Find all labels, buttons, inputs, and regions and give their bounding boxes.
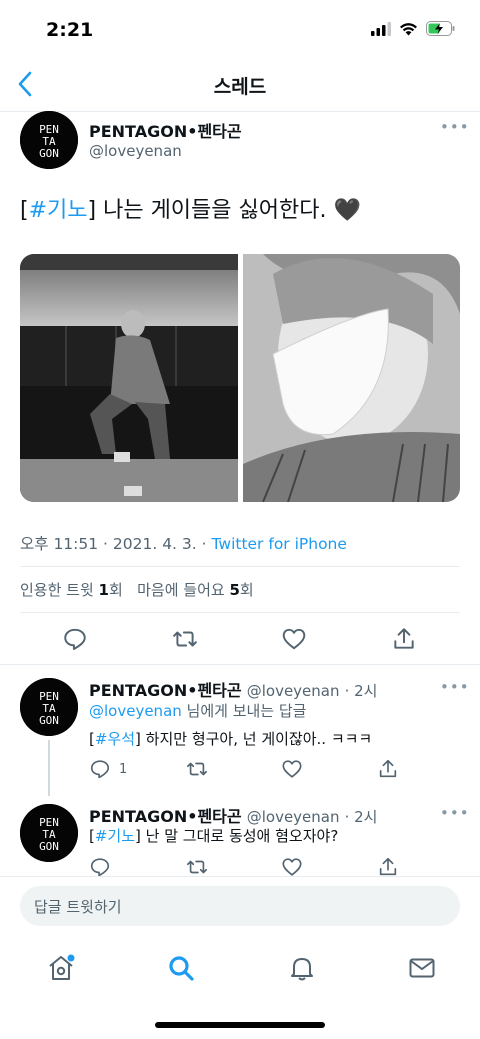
meta-divider bbox=[20, 566, 460, 567]
thread-divider bbox=[0, 664, 480, 665]
tweet-photo-1[interactable] bbox=[20, 254, 238, 502]
like-label: 마음에 들어요 bbox=[137, 581, 230, 599]
bracket-open: [ bbox=[20, 198, 29, 223]
reply-author-handle[interactable]: @loveyenan bbox=[247, 808, 340, 826]
reply-icon[interactable] bbox=[89, 856, 111, 876]
home-icon[interactable] bbox=[46, 953, 76, 983]
reply-header: PENTAGON•펜타곤 @loveyenan · 2시 bbox=[89, 677, 377, 701]
tweet-photo-2[interactable] bbox=[243, 254, 460, 502]
wifi-icon bbox=[400, 22, 417, 35]
reply-actions-clipped bbox=[0, 856, 480, 876]
more-icon[interactable]: ••• bbox=[440, 804, 470, 822]
tweet-body: ] 나는 게이들을 싫어한다. 🖤 bbox=[87, 198, 361, 223]
likes-stat[interactable]: 마음에 들어요 5회 bbox=[137, 581, 254, 599]
notifications-icon[interactable] bbox=[287, 953, 317, 983]
tweet-author-handle[interactable]: @loveyenan bbox=[89, 142, 182, 160]
retweet-icon[interactable] bbox=[186, 856, 208, 876]
share-icon[interactable] bbox=[377, 856, 399, 876]
home-indicator bbox=[155, 1022, 325, 1028]
hashtag-link[interactable]: #기노 bbox=[29, 198, 88, 223]
search-icon[interactable] bbox=[166, 953, 196, 983]
hashtag-link[interactable]: #기노 bbox=[95, 827, 135, 845]
avatar-text-3: GON bbox=[39, 840, 59, 853]
replying-to-link[interactable]: @loveyenan bbox=[89, 702, 182, 720]
thread-line bbox=[48, 740, 50, 796]
avatar-text-3: GON bbox=[39, 714, 59, 727]
reply-header: PENTAGON•펜타곤 @loveyenan · 2시 bbox=[89, 803, 377, 827]
stats-divider bbox=[20, 612, 460, 613]
replying-to: @loveyenan 님에게 보내는 답글 bbox=[89, 700, 306, 722]
reply-author-handle[interactable]: @loveyenan bbox=[247, 682, 340, 700]
reply-text: [#기노] 난 말 그대로 동성애 혐오자야? bbox=[89, 827, 339, 845]
quote-unit: 회 bbox=[108, 581, 123, 599]
tweet-meta: 오후 11:51 · 2021. 4. 3. · Twitter for iPh… bbox=[20, 532, 347, 554]
tweet-timestamp: 오후 11:51 · 2021. 4. 3. · bbox=[20, 535, 212, 553]
status-time: 2:21 bbox=[46, 19, 94, 41]
reply-count: 1 bbox=[119, 762, 128, 777]
retweet-icon[interactable] bbox=[172, 626, 198, 652]
retweet-icon[interactable] bbox=[186, 758, 208, 780]
reply-age: · 2시 bbox=[344, 808, 378, 826]
battery-icon bbox=[426, 21, 455, 36]
like-icon[interactable] bbox=[281, 626, 307, 652]
reply-icon[interactable] bbox=[89, 758, 111, 780]
reply-icon[interactable] bbox=[62, 626, 88, 652]
messages-icon[interactable] bbox=[407, 953, 437, 983]
quote-count: 1 bbox=[98, 581, 109, 599]
more-icon[interactable]: ••• bbox=[440, 118, 470, 136]
tweet-stats: 인용한 트윗 1회 마음에 들어요 5회 bbox=[20, 579, 254, 600]
like-unit: 회 bbox=[239, 581, 254, 599]
quote-tweets-stat[interactable]: 인용한 트윗 1회 bbox=[20, 581, 123, 599]
quote-label: 인용한 트윗 bbox=[20, 581, 99, 599]
tweet-source-link[interactable]: Twitter for iPhone bbox=[211, 535, 346, 553]
reply-avatar[interactable]: PEN TA GON bbox=[20, 804, 78, 862]
like-count: 5 bbox=[229, 581, 240, 599]
avatar-text-3: GON bbox=[39, 147, 59, 160]
hashtag-link[interactable]: #우석 bbox=[95, 730, 135, 748]
replying-to-suffix: 님에게 보내는 답글 bbox=[181, 702, 307, 720]
reply-age: · 2시 bbox=[344, 682, 378, 700]
more-icon[interactable]: ••• bbox=[440, 678, 470, 696]
tweet-text: [#기노] 나는 게이들을 싫어한다. 🖤 bbox=[20, 196, 361, 226]
reply-author-name[interactable]: PENTAGON•펜타곤 bbox=[89, 681, 242, 700]
signal-icon bbox=[371, 21, 391, 36]
avatar[interactable]: PEN TA GON bbox=[20, 111, 78, 169]
reply-avatar[interactable]: PEN TA GON bbox=[20, 678, 78, 736]
like-icon[interactable] bbox=[281, 758, 303, 780]
share-icon[interactable] bbox=[391, 626, 417, 652]
reply-text: [#우석] 하지만 형구아, 넌 게이잖아.. ㅋㅋㅋ bbox=[89, 730, 373, 748]
reply-author-name[interactable]: PENTAGON•펜타곤 bbox=[89, 807, 242, 826]
reply-body: ] 난 말 그대로 동성애 혐오자야? bbox=[135, 827, 339, 845]
compose-divider bbox=[0, 876, 480, 877]
nav-divider bbox=[0, 111, 480, 112]
share-icon[interactable] bbox=[377, 758, 399, 780]
like-icon[interactable] bbox=[281, 856, 303, 876]
reply-body: ] 하지만 형구아, 넌 게이잖아.. ㅋㅋㅋ bbox=[135, 730, 373, 748]
status-icons bbox=[371, 21, 456, 36]
reply-compose-input[interactable]: 답글 트윗하기 bbox=[20, 886, 460, 926]
tweet-author-name[interactable]: PENTAGON•펜타곤 bbox=[89, 118, 242, 142]
page-title: 스레드 bbox=[213, 76, 267, 98]
